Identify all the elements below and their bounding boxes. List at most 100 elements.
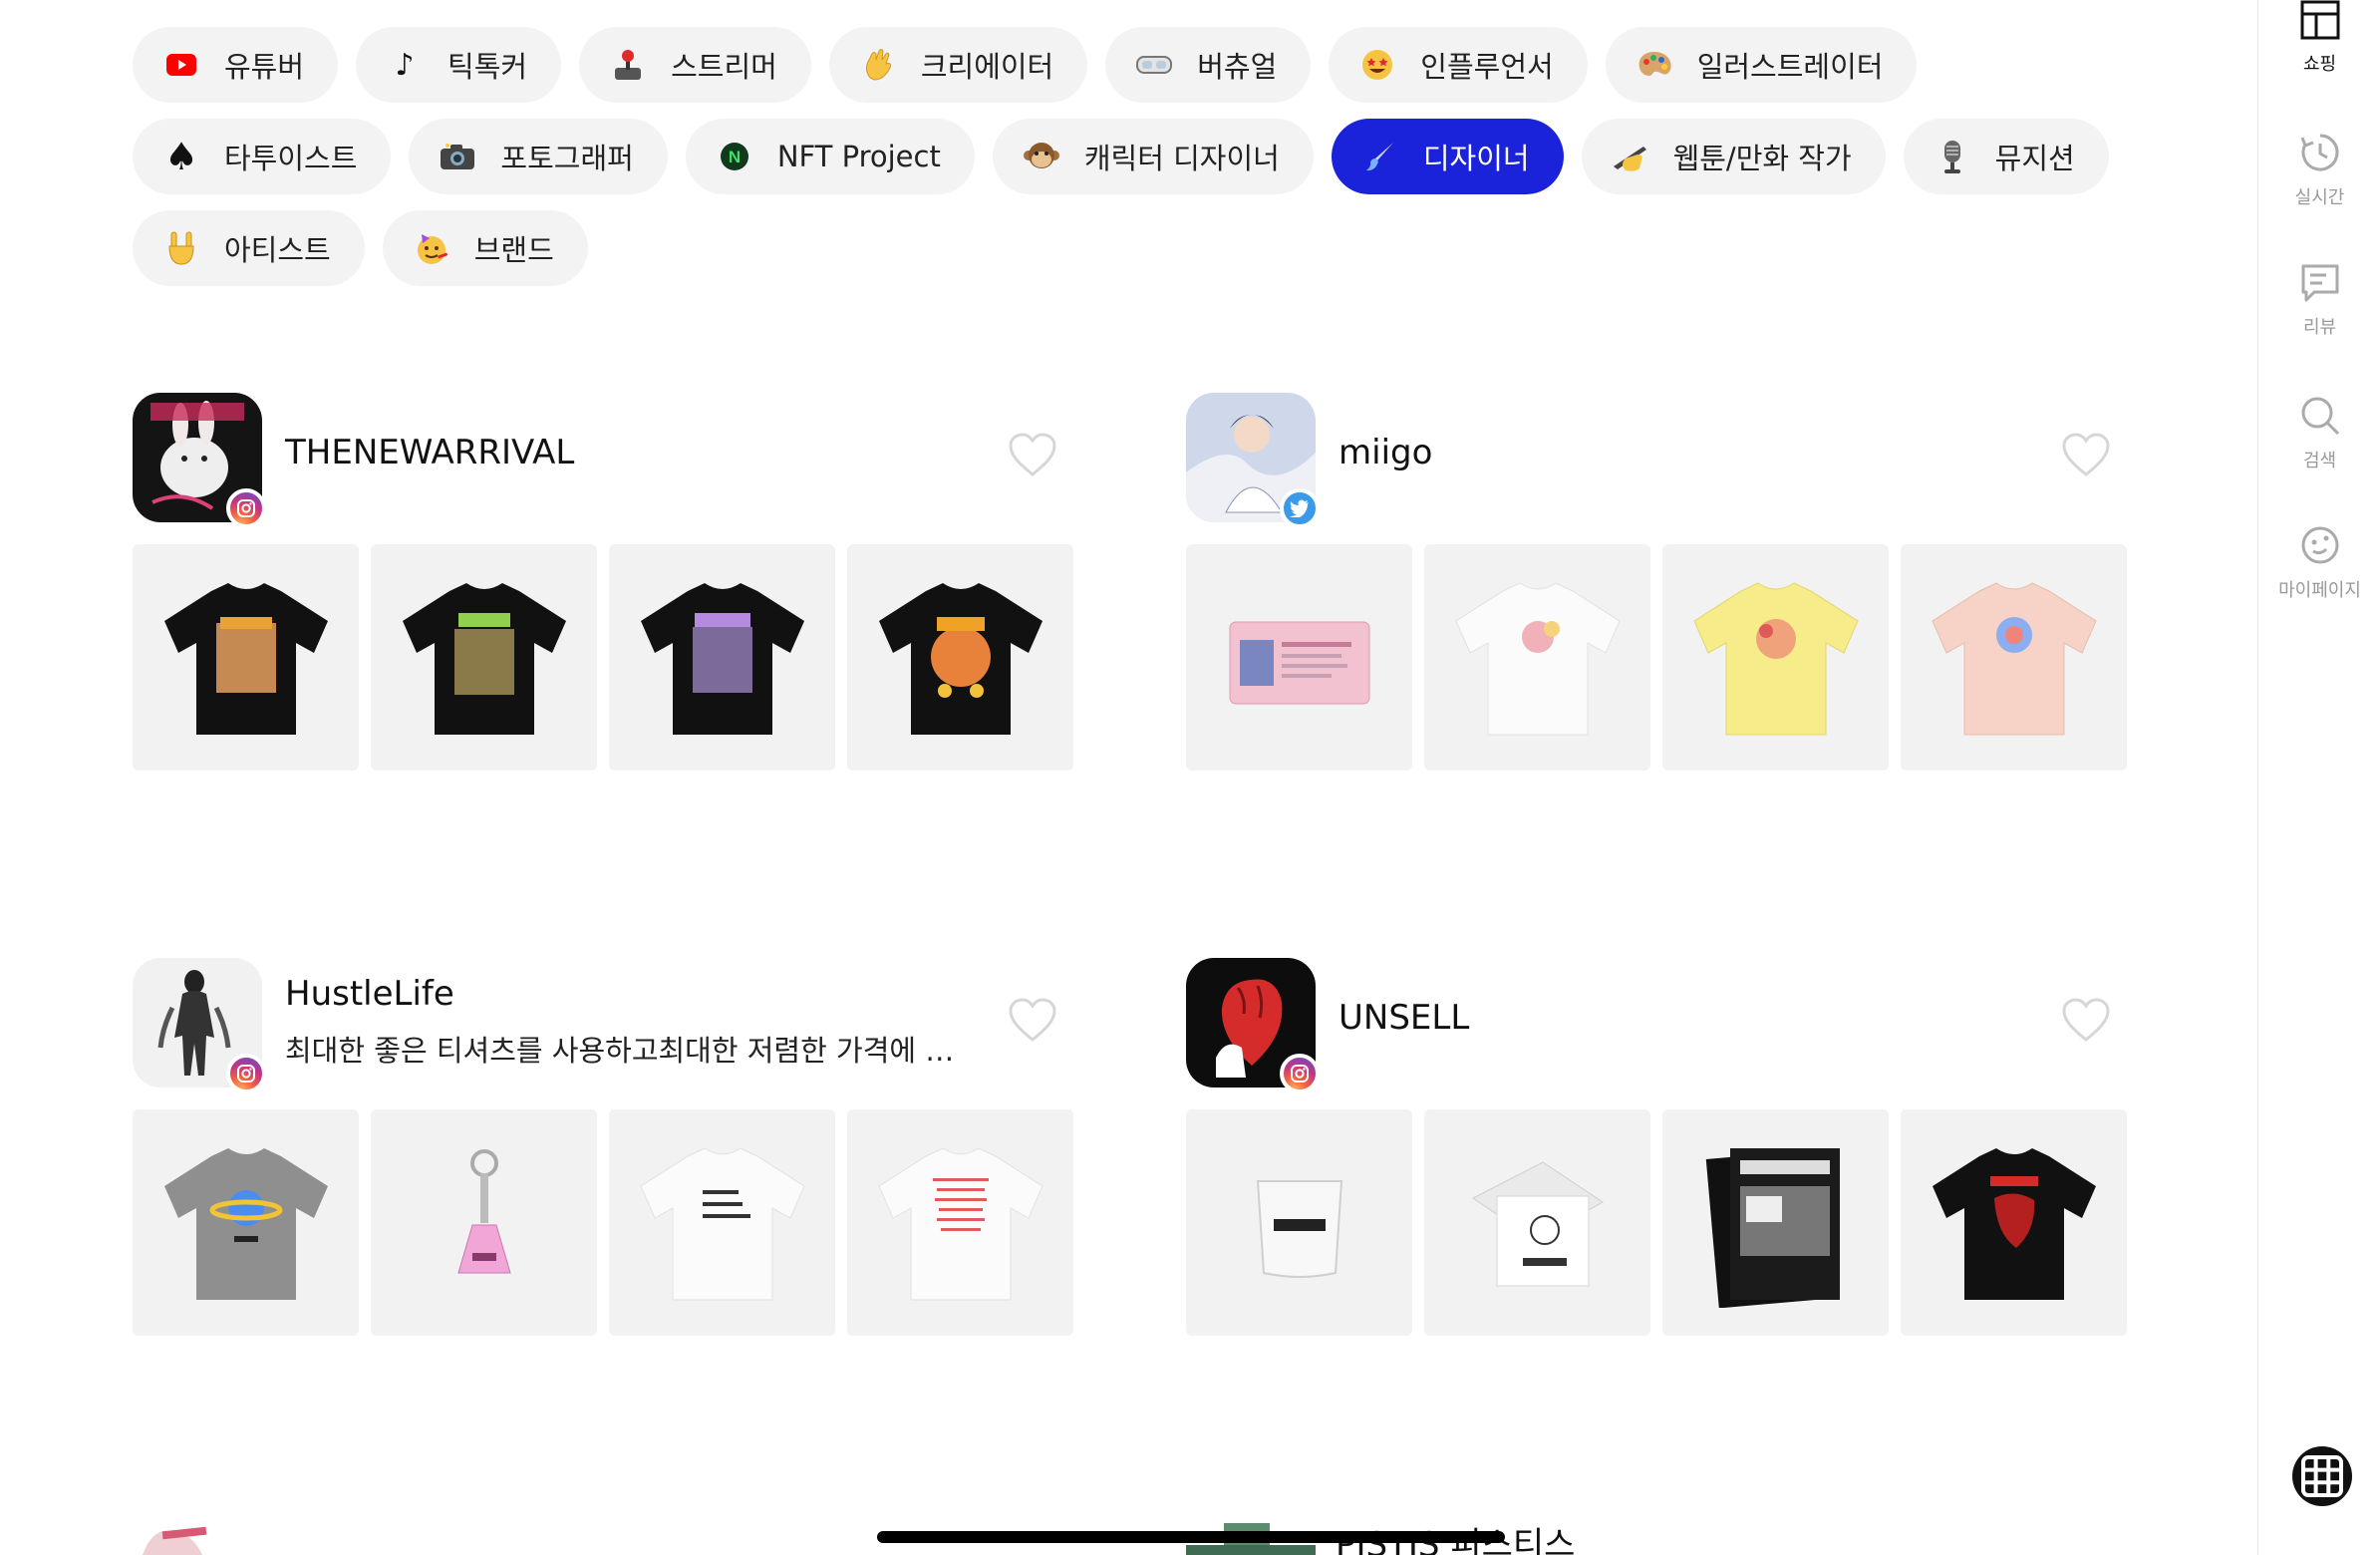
svg-text:N: N — [729, 148, 741, 166]
product-tile[interactable] — [609, 1109, 835, 1336]
chip-photographer[interactable]: 포토그래퍼 — [409, 119, 668, 194]
chip-label: 일러스트레이터 — [1696, 50, 1884, 84]
star-struck-icon — [1356, 44, 1398, 86]
palette-icon — [1634, 44, 1675, 86]
nav-label: 검색 — [2302, 451, 2337, 471]
id-card-image — [1229, 621, 1369, 704]
instagram-icon — [226, 488, 266, 528]
black-tshirt-image — [878, 582, 1042, 735]
creator-description: 최대한 좋은 티셔츠를 사용하고최대한 저렴한 가격에 … — [285, 1034, 955, 1068]
product-tile[interactable] — [1901, 544, 2127, 771]
chip-label: 브랜드 — [473, 233, 554, 267]
white-tshirt-image — [877, 1146, 1043, 1300]
product-tile[interactable] — [847, 544, 1073, 771]
chip-virtual[interactable]: 버츄얼 — [1105, 27, 1312, 103]
monkey-icon — [1021, 136, 1062, 177]
spade-icon: ♠ — [163, 135, 199, 178]
nav-search[interactable]: 검색 — [2258, 395, 2380, 472]
clock-refresh-icon — [2300, 134, 2338, 171]
rock-hand-icon — [160, 227, 202, 269]
chip-row-3: 아티스트 브랜드 — [133, 210, 2146, 286]
chip-label: 유튜버 — [224, 50, 305, 84]
chip-row-2: ♠ 타투이스트 포토그래퍼 N NFT Project 캐릭터 디자이너 디자이너 … — [133, 119, 2146, 194]
creator-card[interactable]: miigo — [1186, 393, 2128, 771]
creator-card[interactable]: THENEWARRIVAL — [133, 393, 1074, 771]
product-list — [1186, 1109, 2127, 1336]
creator-name[interactable]: THENEWARRIVAL — [285, 433, 574, 472]
product-tile[interactable] — [133, 544, 359, 771]
heart-icon[interactable] — [1008, 998, 1057, 1044]
writing-hand-icon — [1610, 136, 1651, 177]
chip-character-designer[interactable]: 캐릭터 디자이너 — [992, 119, 1314, 194]
chip-label: 스트리머 — [671, 50, 777, 84]
chip-label: NFT Project — [776, 140, 941, 173]
product-tile[interactable] — [1901, 1109, 2127, 1336]
chip-influencer[interactable]: 인플루언서 — [1329, 27, 1588, 103]
chip-tiktoker[interactable]: ♪ 틱톡커 — [356, 27, 562, 103]
nav-realtime[interactable]: 실시간 — [2258, 132, 2380, 209]
nav-label: 리뷰 — [2302, 317, 2337, 338]
creator-card[interactable]: HustleLife 최대한 좋은 티셔츠를 사용하고최대한 저렴한 가격에 … — [133, 958, 1074, 1336]
chip-brand[interactable]: 브랜드 — [382, 210, 588, 286]
product-tile[interactable] — [847, 1109, 1073, 1336]
creator-name[interactable]: HustleLife — [285, 974, 454, 1014]
chip-label: 포토그래퍼 — [500, 142, 634, 175]
creator-card[interactable]: UNSELL — [1186, 958, 2128, 1336]
black-tshirt-image — [402, 582, 566, 735]
chip-webtoon-artist[interactable]: 웹툰/만화 작가 — [1581, 119, 1886, 194]
vr-goggles-icon — [1133, 44, 1175, 86]
instagram-icon — [1280, 1054, 1320, 1093]
nav-shopping[interactable]: 쇼핑 — [2258, 0, 2380, 76]
glass-image — [1256, 1179, 1342, 1278]
product-tile[interactable] — [1424, 1109, 1650, 1336]
chip-nft-project[interactable]: N NFT Project — [685, 119, 975, 194]
product-list — [1186, 544, 2127, 771]
shopping-layout-icon — [2300, 0, 2339, 40]
twitter-icon — [1280, 488, 1320, 528]
smile-face-icon — [2301, 526, 2338, 564]
paintbrush-icon — [1359, 136, 1401, 177]
gray-ufo-tshirt-image — [163, 1147, 328, 1300]
chip-musician[interactable]: 뮤지션 — [1903, 119, 2109, 194]
heart-icon[interactable] — [1008, 433, 1057, 478]
product-tile[interactable] — [371, 544, 597, 771]
creator-name[interactable]: UNSELL — [1339, 998, 1469, 1038]
party-face-icon — [411, 227, 452, 269]
product-tile[interactable] — [371, 1109, 597, 1336]
product-tile[interactable] — [1662, 544, 1889, 771]
heart-icon[interactable] — [2061, 433, 2111, 478]
peek-avatar[interactable] — [133, 1523, 262, 1555]
nav-review[interactable]: 리뷰 — [2258, 263, 2380, 339]
chip-label: 틱톡커 — [447, 50, 528, 84]
chip-label: 아티스트 — [224, 233, 331, 267]
category-chips: 유튜버 ♪ 틱톡커 스트리머 크리에이터 버츄얼 인플루언서 일러스트레이터 ♠ 타… — [133, 27, 2146, 302]
black-tshirt-image — [1932, 1147, 2096, 1300]
product-tile[interactable] — [609, 544, 835, 771]
product-list — [133, 544, 1073, 771]
chip-label: 인플루언서 — [1420, 50, 1554, 84]
chip-youtuber[interactable]: 유튜버 — [133, 27, 339, 103]
product-tile[interactable] — [1424, 544, 1650, 771]
creator-name[interactable]: miigo — [1339, 433, 1432, 472]
review-icon — [2301, 264, 2338, 302]
nav-label: 쇼핑 — [2302, 54, 2337, 75]
product-tile[interactable] — [1186, 544, 1412, 771]
chip-illustrator[interactable]: 일러스트레이터 — [1605, 27, 1918, 103]
chip-streamer[interactable]: 스트리머 — [579, 27, 811, 103]
nav-mypage[interactable]: 마이페이지 — [2258, 524, 2380, 602]
chip-creator[interactable]: 크리에이터 — [828, 27, 1088, 103]
product-tile[interactable] — [1186, 1109, 1412, 1336]
chip-row-1: 유튜버 ♪ 틱톡커 스트리머 크리에이터 버츄얼 인플루언서 일러스트레이터 — [133, 27, 2146, 103]
nft-icon: N — [714, 136, 755, 177]
grid-menu-icon[interactable] — [2291, 1445, 2353, 1507]
product-tile[interactable] — [1662, 1109, 1889, 1336]
chip-tattooist[interactable]: ♠ 타투이스트 — [133, 119, 392, 194]
home-indicator[interactable] — [877, 1531, 1505, 1543]
joystick-icon — [607, 44, 649, 86]
product-tile[interactable] — [133, 1109, 359, 1336]
chip-artist[interactable]: 아티스트 — [133, 210, 365, 286]
side-navigation: 쇼핑 실시간 리뷰 검색 마이페이지 — [2257, 0, 2380, 1555]
product-list — [133, 1109, 1073, 1336]
chip-designer[interactable]: 디자이너 — [1331, 119, 1564, 194]
heart-icon[interactable] — [2061, 998, 2111, 1044]
